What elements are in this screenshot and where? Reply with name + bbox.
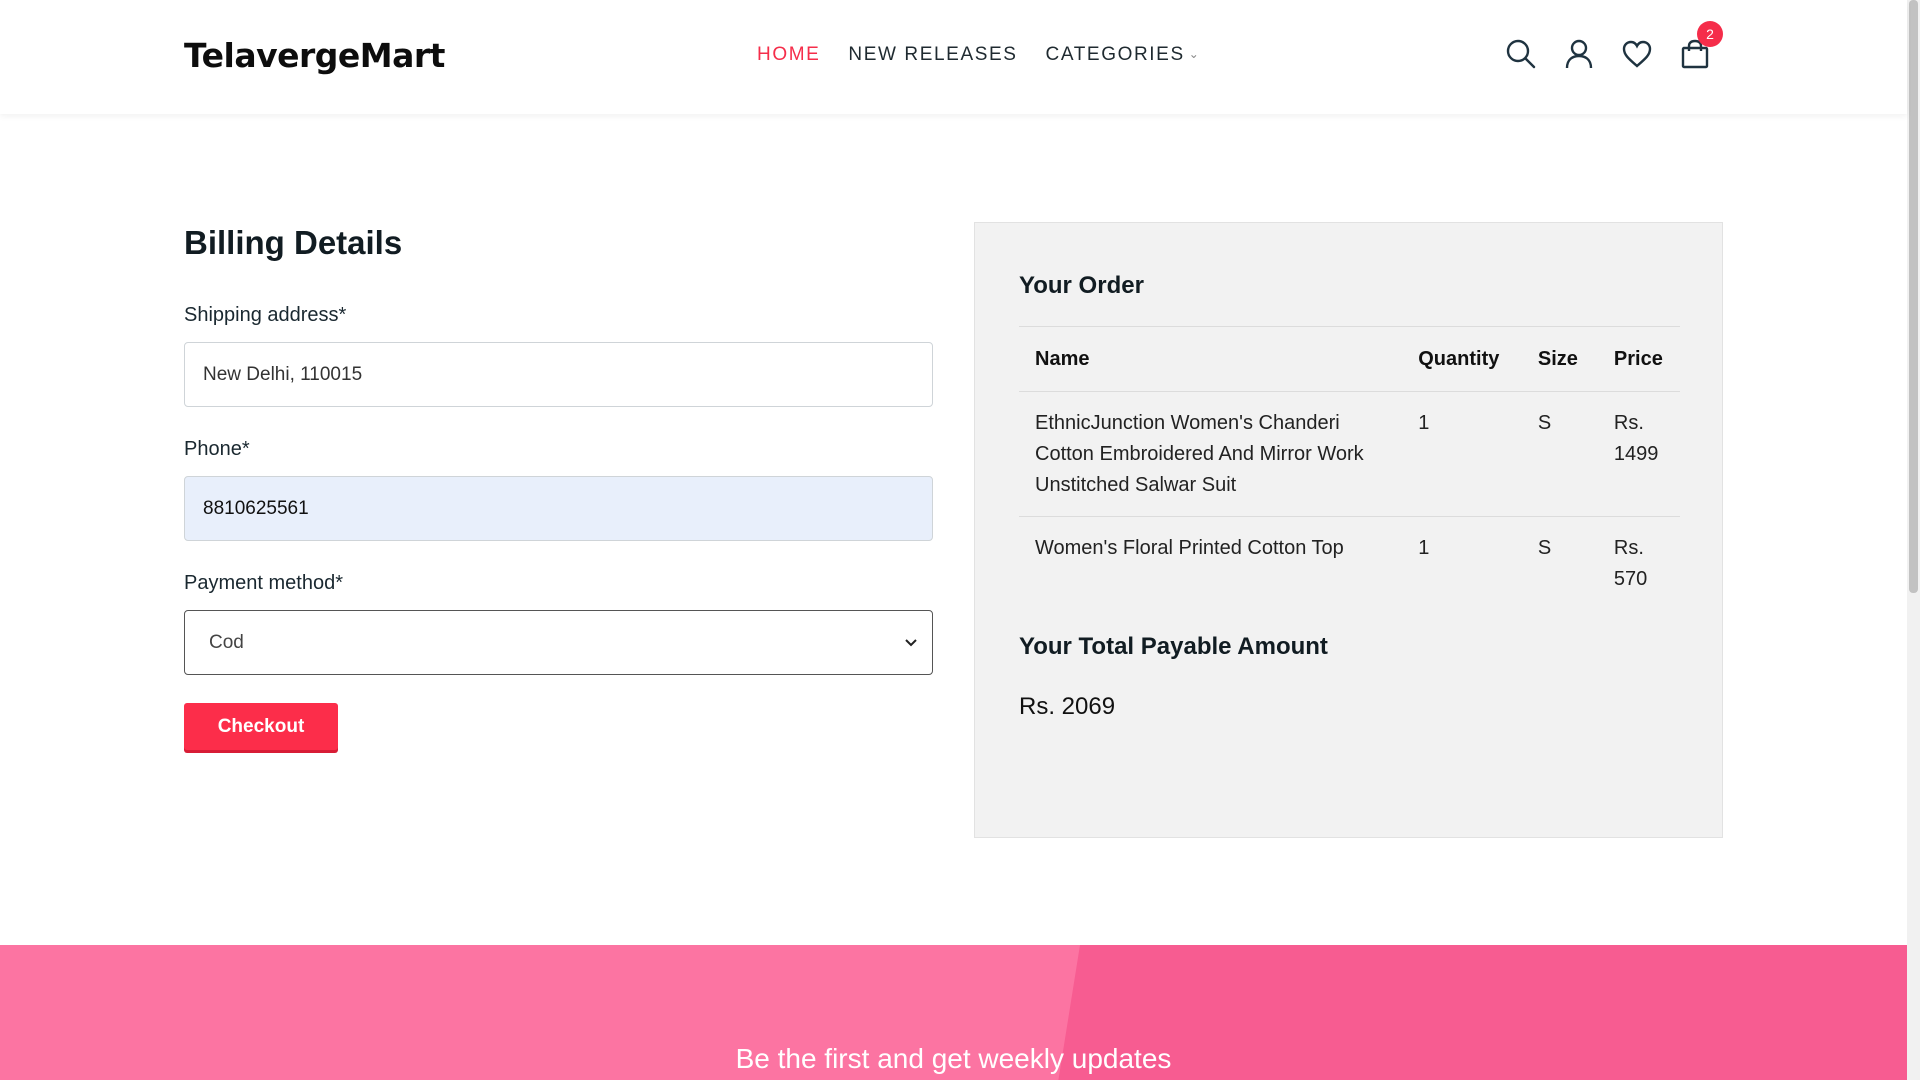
scrollbar-thumb[interactable] [1909, 0, 1918, 593]
payment-method-value: Cod [209, 631, 244, 653]
column-header-price: Price [1597, 326, 1680, 392]
column-header-name: Name [1019, 326, 1403, 392]
item-price: Rs. 570 [1613, 537, 1648, 590]
nav-categories-label: CATEGORIES [1045, 44, 1185, 65]
total-label: Your Total Payable Amount [1019, 633, 1328, 660]
item-quantity: 1 [1402, 391, 1522, 517]
item-size: S [1537, 537, 1552, 559]
nav-categories[interactable]: CATEGORIES ⌄ [1046, 44, 1201, 66]
main-nav: HOME NEW RELEASES CATEGORIES ⌄ [757, 44, 1200, 66]
item-price: Rs. 1499 [1597, 391, 1680, 517]
search-icon[interactable] [1505, 38, 1537, 70]
item-name: EthnicJunction Women's Chanderi Cotton E… [1019, 391, 1403, 517]
checkout-button[interactable]: Checkout [184, 703, 338, 750]
nav-new-releases[interactable]: NEW RELEASES [848, 44, 1017, 66]
billing-title: Billing Details [184, 224, 403, 261]
shipping-address-label: Shipping address* [184, 304, 347, 326]
order-summary-panel: Your Order Name Quantity Size Price Ethn… [974, 222, 1723, 838]
table-row: Women's Floral Printed Cotton Top 1 S Rs… [1019, 517, 1680, 611]
header-icons: 2 [1505, 21, 1723, 70]
order-table-header: Name Quantity Size Price [1019, 326, 1680, 392]
newsletter-heading: Be the first and get weekly updates [735, 1043, 1172, 1074]
chevron-down-icon [904, 632, 918, 654]
cart-count-badge: 2 [1697, 21, 1723, 47]
order-title: Your Order [1019, 272, 1144, 299]
phone-label: Phone* [184, 438, 250, 460]
item-size: S [1521, 391, 1598, 517]
site-header: TelavergeMart HOME NEW RELEASES CATEGORI… [0, 0, 1907, 114]
phone-input[interactable]: 8810625561 [184, 476, 933, 541]
chevron-down-icon: ⌄ [1188, 47, 1201, 61]
table-row: EthnicJunction Women's Chanderi Cotton E… [1019, 391, 1680, 517]
column-header-quantity: Quantity [1402, 326, 1522, 392]
newsletter-banner: Be the first and get weekly updates [0, 945, 1907, 1080]
nav-home[interactable]: HOME [757, 44, 820, 66]
user-icon[interactable] [1563, 38, 1595, 70]
order-table: Name Quantity Size Price EthnicJunction … [1019, 326, 1680, 610]
phone-value: 8810625561 [203, 497, 309, 519]
shipping-address-value: New Delhi, 110015 [203, 363, 363, 385]
item-quantity: 1 [1418, 537, 1430, 559]
payment-method-label: Payment method* [184, 572, 343, 594]
shipping-address-input[interactable]: New Delhi, 110015 [184, 342, 933, 407]
cart-icon[interactable]: 2 [1679, 21, 1723, 70]
column-header-size: Size [1521, 326, 1598, 392]
heart-icon[interactable] [1621, 38, 1653, 70]
item-name: Women's Floral Printed Cotton Top [1035, 537, 1344, 559]
site-logo[interactable]: TelavergeMart [184, 36, 445, 75]
payment-method-select[interactable]: Cod [184, 610, 933, 675]
page-scrollbar[interactable] [1907, 0, 1920, 1080]
total-amount: Rs. 2069 [1019, 693, 1116, 720]
